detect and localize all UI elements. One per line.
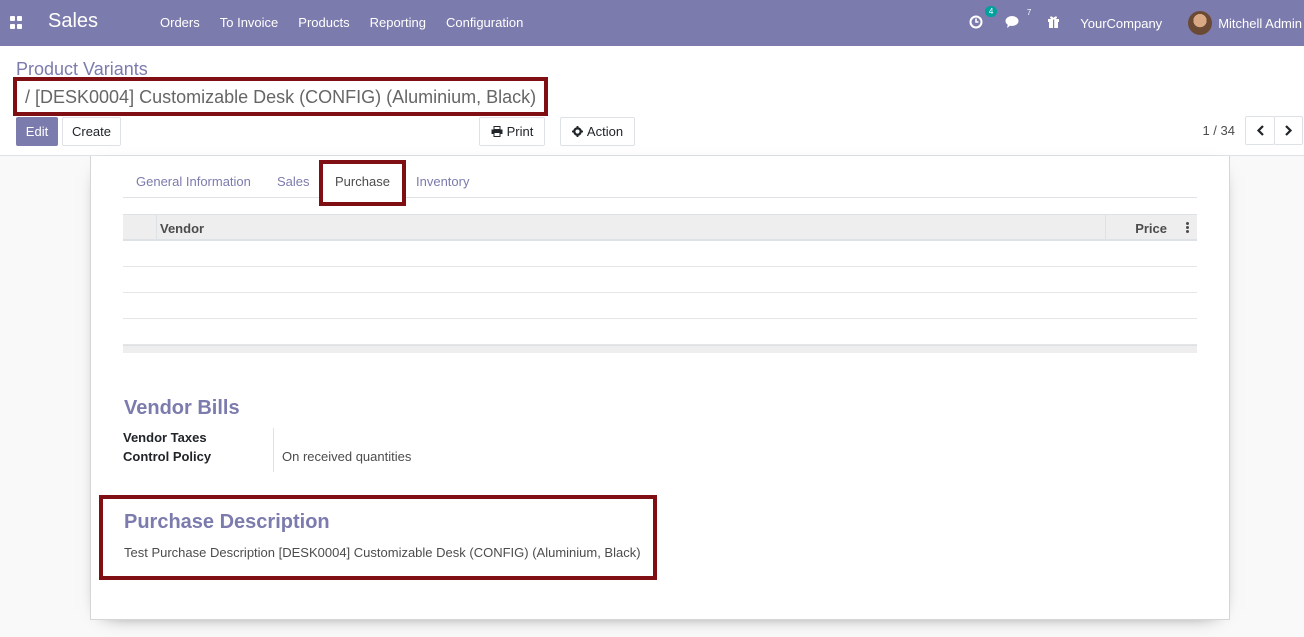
select-column xyxy=(123,215,157,239)
messages-badge: 7 xyxy=(1026,7,1032,17)
tab-inventory[interactable]: Inventory xyxy=(416,174,469,189)
pager-next-button[interactable] xyxy=(1274,116,1303,145)
print-icon xyxy=(491,126,503,137)
app-name[interactable]: Sales xyxy=(48,10,98,33)
notebook-tabs: General Information Sales Purchase Inven… xyxy=(123,160,1197,206)
activity-badge: 4 xyxy=(984,5,998,17)
purchase-description-highlight xyxy=(99,495,657,580)
menu-products[interactable]: Products xyxy=(288,15,359,30)
print-button[interactable]: Print xyxy=(479,117,545,146)
chevron-right-icon xyxy=(1285,125,1293,136)
table-row xyxy=(123,267,1197,293)
gear-icon xyxy=(571,126,583,137)
form-sheet: General Information Sales Purchase Inven… xyxy=(90,156,1230,620)
company-switcher[interactable]: YourCompany xyxy=(1080,16,1162,31)
top-navbar: Sales Orders To Invoice Products Reporti… xyxy=(0,0,1304,46)
action-button[interactable]: Action xyxy=(560,117,635,146)
tab-sales[interactable]: Sales xyxy=(277,174,310,189)
menu-to-invoice[interactable]: To Invoice xyxy=(210,15,289,30)
create-button[interactable]: Create xyxy=(62,117,121,146)
vendor-table: Vendor Price xyxy=(123,214,1197,353)
menu-reporting[interactable]: Reporting xyxy=(360,15,436,30)
purchase-description-title: Purchase Description xyxy=(124,511,330,533)
breadcrumb-current: / [DESK0004] Customizable Desk (CONFIG) … xyxy=(13,77,549,116)
messages-icon[interactable]: 7 xyxy=(1005,8,1031,32)
apps-menu-icon[interactable] xyxy=(10,16,23,29)
table-row xyxy=(123,241,1197,267)
user-menu[interactable]: Mitchell Admin xyxy=(1188,11,1302,35)
table-row xyxy=(123,293,1197,319)
column-price-cell: Price xyxy=(1105,215,1197,239)
control-policy-label: Control Policy xyxy=(123,449,212,464)
main-menu: Orders To Invoice Products Reporting Con… xyxy=(150,15,533,30)
pager-previous-button[interactable] xyxy=(1245,116,1275,145)
tab-purchase[interactable]: Purchase xyxy=(319,160,406,206)
activity-icon[interactable]: 4 xyxy=(969,5,998,32)
vendor-bills-title: Vendor Bills xyxy=(124,397,240,419)
control-policy-value[interactable]: On received quantities xyxy=(282,449,411,464)
column-price[interactable]: Price xyxy=(1135,221,1167,236)
column-vendor[interactable]: Vendor xyxy=(160,221,204,236)
gift-icon[interactable] xyxy=(1047,15,1060,31)
purchase-description-text[interactable]: Test Purchase Description [DESK0004] Cus… xyxy=(124,545,641,560)
user-name: Mitchell Admin xyxy=(1218,15,1302,31)
avatar xyxy=(1188,11,1213,35)
table-header: Vendor Price xyxy=(123,214,1197,241)
control-panel: Product Variants / [DESK0004] Customizab… xyxy=(0,46,1304,156)
field-separator xyxy=(273,428,274,472)
chevron-left-icon xyxy=(1256,125,1264,136)
table-footer xyxy=(123,345,1197,353)
menu-orders[interactable]: Orders xyxy=(150,15,210,30)
optional-columns-icon[interactable] xyxy=(1186,222,1189,234)
edit-button[interactable]: Edit xyxy=(16,117,58,146)
action-label: Action xyxy=(586,124,624,139)
systray: 4 7 YourCompany Mitchell Admin xyxy=(969,0,1304,46)
vendor-taxes-label: Vendor Taxes xyxy=(123,430,207,445)
tab-general-information[interactable]: General Information xyxy=(136,174,251,189)
table-row xyxy=(123,319,1197,345)
pager-value[interactable]: 1 / 34 xyxy=(1202,123,1235,138)
menu-configuration[interactable]: Configuration xyxy=(436,15,533,30)
print-label: Print xyxy=(506,124,534,139)
